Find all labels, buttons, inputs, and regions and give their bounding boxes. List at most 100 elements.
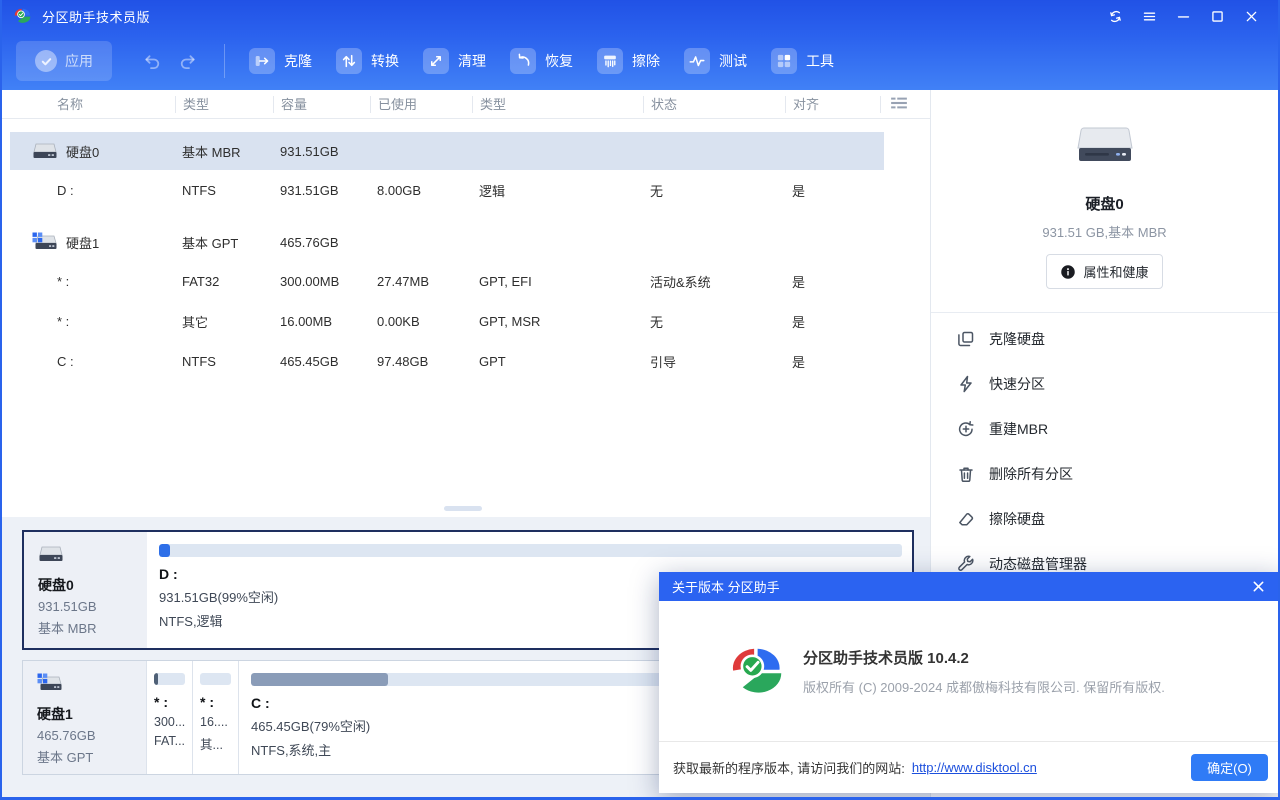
- tool-label: 工具: [806, 51, 834, 71]
- toolbar-erase-button[interactable]: 擦除: [597, 48, 660, 74]
- apply-label: 应用: [65, 51, 93, 71]
- table-row-disk0[interactable]: 硬盘0 基本 MBR 931.51GB: [10, 132, 884, 170]
- table-row-partition-msr[interactable]: * : 其它 16.00MB 0.00KB GPT, MSR 无 是: [10, 301, 884, 341]
- website-link[interactable]: http://www.disktool.cn: [912, 760, 1037, 775]
- sidebar-item-quick-partition[interactable]: 快速分区: [931, 361, 1278, 406]
- maximize-icon[interactable]: [1200, 2, 1234, 30]
- row-name: C :: [57, 354, 74, 369]
- menu-icon[interactable]: [1132, 2, 1166, 30]
- info-icon: [1060, 264, 1076, 280]
- row-capacity: 16.00MB: [273, 314, 370, 329]
- check-icon: [35, 50, 57, 72]
- delete-partitions-icon: [956, 464, 976, 484]
- table-row-disk1[interactable]: 硬盘1 基本 GPT 465.76GB: [10, 223, 884, 261]
- clone-icon: [249, 48, 275, 74]
- usage-bar: [154, 673, 185, 685]
- tool-label: 清理: [458, 51, 486, 71]
- toolbar-convert-button[interactable]: 转换: [336, 48, 399, 74]
- row-type: 基本 GPT: [175, 233, 273, 252]
- undo-icon[interactable]: [138, 48, 164, 74]
- clone-disk-icon: [956, 329, 976, 349]
- window-controls: [1098, 2, 1268, 30]
- column-header-type2[interactable]: 类型: [472, 96, 643, 113]
- toolbar: 应用 克隆 转换: [2, 32, 1278, 90]
- column-header-aligned[interactable]: 对齐: [785, 96, 880, 113]
- table-row-partition-d[interactable]: D : NTFS 931.51GB 8.00GB 逻辑 无 是: [10, 170, 884, 210]
- recover-icon: [510, 48, 536, 74]
- sidebar-item-clone-disk[interactable]: 克隆硬盘: [931, 316, 1278, 361]
- row-type2: GPT, MSR: [472, 314, 643, 329]
- dialog-title: 关于版本 分区助手: [672, 577, 780, 596]
- sidebar-item-label: 克隆硬盘: [989, 329, 1045, 349]
- row-capacity: 300.00MB: [273, 274, 370, 289]
- column-header-status[interactable]: 状态: [643, 96, 785, 113]
- tool-label: 恢复: [545, 51, 573, 71]
- table-header: 名称 类型 容量 已使用 类型 状态 对齐: [2, 90, 930, 119]
- row-status: 无: [643, 312, 785, 331]
- dialog-close-icon[interactable]: [1247, 576, 1269, 598]
- row-aligned: 是: [785, 312, 880, 331]
- row-type: 其它: [175, 312, 273, 331]
- row-name: D :: [57, 183, 74, 198]
- sidebar-menu: 克隆硬盘 快速分区 重建MBR: [931, 313, 1278, 586]
- toolbar-recover-button[interactable]: 恢复: [510, 48, 573, 74]
- toolbar-clone-button[interactable]: 克隆: [249, 48, 312, 74]
- sidebar-item-rebuild-mbr[interactable]: 重建MBR: [931, 406, 1278, 451]
- dynamic-disk-manager-icon: [956, 554, 976, 574]
- partition-name: * :: [200, 694, 233, 710]
- row-type: NTFS: [175, 354, 273, 369]
- tool-label: 测试: [719, 51, 747, 71]
- row-type: 基本 MBR: [175, 142, 273, 161]
- row-capacity: 931.51GB: [273, 144, 370, 159]
- close-icon[interactable]: [1234, 2, 1268, 30]
- dialog-titlebar: 关于版本 分区助手: [659, 572, 1280, 601]
- selected-disk-meta: 931.51 GB,基本 MBR: [931, 222, 1278, 241]
- disk-name: 硬盘1: [37, 704, 146, 724]
- toolbar-tools-button[interactable]: 工具: [771, 48, 834, 74]
- column-header-type[interactable]: 类型: [175, 96, 273, 113]
- refresh-icon[interactable]: [1098, 2, 1132, 30]
- selected-disk-name: 硬盘0: [931, 193, 1278, 214]
- partition-block-msr[interactable]: * : 16.... 其...: [192, 661, 238, 774]
- redo-icon[interactable]: [176, 48, 202, 74]
- row-capacity: 465.45GB: [273, 354, 370, 369]
- convert-icon: [336, 48, 362, 74]
- disk-name: 硬盘0: [38, 575, 147, 595]
- toolbar-test-button[interactable]: 测试: [684, 48, 747, 74]
- hdd-large-icon: [1073, 124, 1137, 170]
- footer-text: 获取最新的程序版本, 请访问我们的网站:: [673, 758, 905, 777]
- product-logo-icon: [730, 647, 787, 696]
- dialog-body: 分区助手技术员版 10.4.2 版权所有 (C) 2009-2024 成都傲梅科…: [659, 601, 1280, 741]
- dialog-footer: 获取最新的程序版本, 请访问我们的网站: http://www.disktool…: [659, 741, 1280, 793]
- ok-button[interactable]: 确定(O): [1191, 754, 1268, 781]
- sidebar-item-wipe-disk[interactable]: 擦除硬盘: [931, 496, 1278, 541]
- partition-block-efi[interactable]: * : 300... FAT...: [146, 661, 192, 774]
- row-name: 硬盘0: [66, 142, 99, 161]
- row-type2: 逻辑: [472, 181, 643, 200]
- column-settings: [880, 96, 930, 113]
- sidebar-item-delete-all-partitions[interactable]: 删除所有分区: [931, 451, 1278, 496]
- clean-icon: [423, 48, 449, 74]
- apply-button[interactable]: 应用: [16, 41, 112, 81]
- sidebar-item-label: 动态磁盘管理器: [989, 554, 1087, 574]
- tools-icon: [771, 48, 797, 74]
- row-type2: GPT, EFI: [472, 274, 643, 289]
- column-settings-icon[interactable]: [890, 96, 908, 110]
- toolbar-clean-button[interactable]: 清理: [423, 48, 486, 74]
- column-header-name[interactable]: 名称: [10, 96, 175, 113]
- table-row-partition-c[interactable]: C : NTFS 465.45GB 97.48GB GPT 引导 是: [10, 341, 884, 381]
- panel-splitter[interactable]: [2, 506, 930, 514]
- usage-bar: [159, 544, 902, 557]
- quick-partition-icon: [956, 374, 976, 394]
- row-status: 活动&系统: [643, 272, 785, 291]
- table-row-partition-efi[interactable]: * : FAT32 300.00MB 27.47MB GPT, EFI 活动&系…: [10, 261, 884, 301]
- row-used: 0.00KB: [370, 314, 472, 329]
- row-used: 8.00GB: [370, 183, 472, 198]
- window-title: 分区助手技术员版: [42, 7, 150, 26]
- partition-fs: FAT...: [154, 734, 187, 748]
- properties-health-button[interactable]: 属性和健康: [1046, 254, 1162, 289]
- minimize-icon[interactable]: [1166, 2, 1200, 30]
- titlebar: 分区助手技术员版: [2, 0, 1278, 32]
- column-header-capacity[interactable]: 容量: [273, 96, 370, 113]
- column-header-used[interactable]: 已使用: [370, 96, 472, 113]
